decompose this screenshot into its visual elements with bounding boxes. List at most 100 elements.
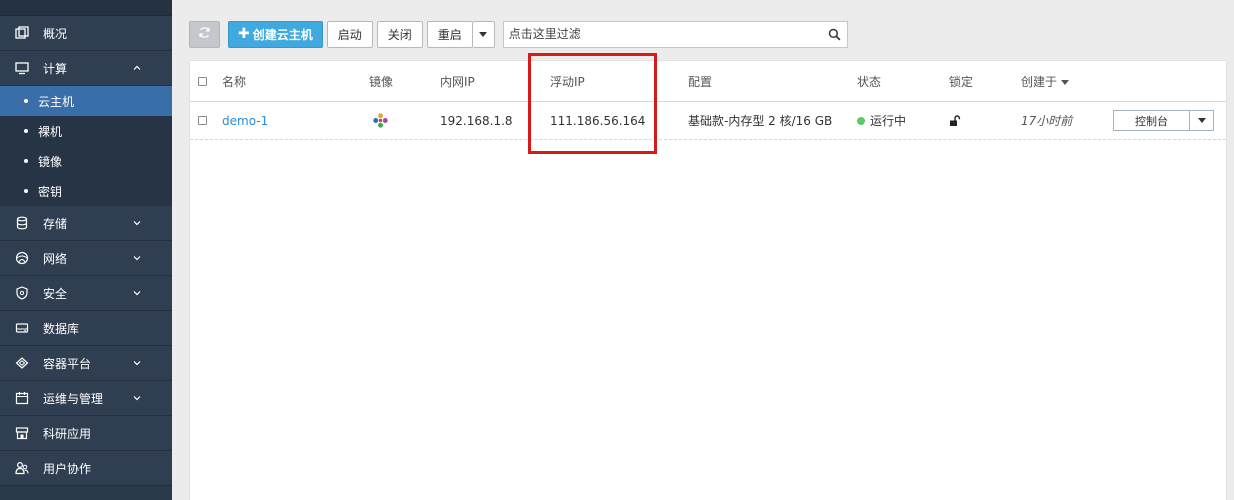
sidebar-item-label: 存储 <box>43 216 68 231</box>
console-button[interactable]: 控制台 <box>1113 110 1190 131</box>
stop-button[interactable]: 关闭 <box>376 20 423 48</box>
image-cell <box>372 102 389 139</box>
status-label: 运行中 <box>870 114 907 128</box>
sidebar-item-compute[interactable]: 计算 <box>0 51 172 86</box>
instances-table: 名称 镜像 内网IP 浮动IP 配置 状态 锁定 创建于 demo-1 192.… <box>189 60 1227 500</box>
chevron-down-icon <box>132 357 142 367</box>
sidebar-subitem-label: 密钥 <box>38 184 63 199</box>
sidebar-item-label: 安全 <box>43 286 68 301</box>
private-ip-cell: 192.168.1.8 <box>440 113 513 128</box>
chevron-down-icon <box>132 217 142 227</box>
restart-button-group: 重启 <box>426 20 495 48</box>
caret-down-icon <box>479 31 488 37</box>
sidebar-item-label: 运维与管理 <box>43 391 104 406</box>
os-logo-icon <box>373 113 388 128</box>
sidebar-subitem-label: 云主机 <box>38 94 75 109</box>
flavor-cell: 基础款-内存型 2 核/16 GB <box>688 114 833 128</box>
sidebar-item-label: 数据库 <box>43 321 80 336</box>
sidebar-item-research-apps[interactable]: 科研应用 <box>0 416 172 451</box>
column-header-created[interactable]: 创建于 <box>1021 61 1070 101</box>
instance-name-link[interactable]: demo-1 <box>222 102 268 139</box>
column-header-flavor[interactable]: 配置 <box>688 61 712 101</box>
refresh-button[interactable] <box>189 20 220 48</box>
lock-cell <box>949 102 961 139</box>
users-icon <box>14 460 30 476</box>
calendar-icon <box>14 390 30 406</box>
filter-input[interactable] <box>503 22 811 46</box>
select-all-checkbox-cell <box>198 61 207 101</box>
sidebar-subitem-label: 裸机 <box>38 124 63 139</box>
filter-box <box>502 20 848 48</box>
search-icon[interactable] <box>828 28 841 41</box>
sidebar-subitem-images[interactable]: 镜像 <box>0 146 172 176</box>
sidebar-item-label: 科研应用 <box>43 426 92 441</box>
start-button[interactable]: 启动 <box>326 20 373 48</box>
restart-button[interactable]: 重启 <box>426 20 473 48</box>
console-label: 控制台 <box>1135 114 1168 128</box>
sidebar-item-security[interactable]: 安全 <box>0 276 172 311</box>
create-instance-button[interactable]: ✚ 创建云主机 <box>228 20 323 48</box>
row-checkbox[interactable] <box>198 116 207 125</box>
network-icon <box>14 250 30 266</box>
toolbar: ✚ 创建云主机 启动 关闭 重启 <box>189 20 848 48</box>
restart-label: 重启 <box>437 27 462 42</box>
column-header-private-ip[interactable]: 内网IP <box>440 61 475 101</box>
caret-down-icon <box>1197 118 1206 123</box>
bullet-icon <box>24 159 28 163</box>
refresh-icon <box>198 26 211 42</box>
sidebar-item-storage[interactable]: 存储 <box>0 206 172 241</box>
sidebar-item-label: 计算 <box>43 61 68 76</box>
database-icon <box>14 215 30 231</box>
chevron-down-icon <box>132 252 142 262</box>
column-header-status[interactable]: 状态 <box>857 61 881 101</box>
overview-icon <box>14 25 30 41</box>
sidebar-subitem-cloud-host[interactable]: 云主机 <box>0 86 172 116</box>
column-header-image[interactable]: 镜像 <box>369 61 393 101</box>
sidebar-header <box>0 0 172 16</box>
main-content: ✚ 创建云主机 启动 关闭 重启 名称 镜像 内网 <box>172 0 1234 500</box>
chevron-up-icon <box>132 62 142 72</box>
db-server-icon <box>14 320 30 336</box>
console-button-group: 控制台 <box>1113 110 1214 131</box>
console-dropdown-toggle[interactable] <box>1190 110 1214 131</box>
bullet-icon <box>24 189 28 193</box>
bullet-icon <box>24 99 28 103</box>
column-header-floating-ip[interactable]: 浮动IP <box>550 61 585 101</box>
bullet-icon <box>24 129 28 133</box>
plus-icon: ✚ <box>238 26 250 42</box>
column-header-name[interactable]: 名称 <box>222 61 246 101</box>
stop-label: 关闭 <box>387 27 412 42</box>
sidebar-item-container-platform[interactable]: 容器平台 <box>0 346 172 381</box>
select-all-checkbox[interactable] <box>198 76 207 86</box>
store-icon <box>14 425 30 441</box>
unlock-icon[interactable] <box>949 114 961 127</box>
sidebar-subitem-label: 镜像 <box>38 154 63 169</box>
sidebar-item-ops-management[interactable]: 运维与管理 <box>0 381 172 416</box>
row-checkbox-cell <box>198 102 207 139</box>
sidebar-item-database[interactable]: 数据库 <box>0 311 172 346</box>
sidebar-item-user-collaboration[interactable]: 用户协作 <box>0 451 172 486</box>
monitor-icon <box>14 60 30 76</box>
created-cell: 17小时前 <box>1021 114 1073 128</box>
sort-desc-icon <box>1061 79 1070 85</box>
table-row[interactable]: demo-1 192.168.1.8 111.186.56.164 基础款-内存… <box>190 102 1226 140</box>
table-header: 名称 镜像 内网IP 浮动IP 配置 状态 锁定 创建于 <box>190 61 1226 102</box>
console-cell: 控制台 <box>1113 102 1214 139</box>
sidebar-item-label: 概况 <box>43 26 68 41</box>
chevron-down-icon <box>132 287 142 297</box>
restart-dropdown-toggle[interactable] <box>472 20 495 48</box>
column-header-lock[interactable]: 锁定 <box>949 61 973 101</box>
create-instance-label: 创建云主机 <box>252 27 313 42</box>
sidebar: 概况 计算 云主机 裸机 镜像 密钥 存储 网络 安全 数据库 容器平台 运维与… <box>0 0 172 500</box>
column-header-created-label: 创建于 <box>1021 74 1058 89</box>
status-running-dot <box>857 116 865 125</box>
sidebar-subitem-keys[interactable]: 密钥 <box>0 176 172 206</box>
sidebar-subitem-bare-metal[interactable]: 裸机 <box>0 116 172 146</box>
sidebar-item-network[interactable]: 网络 <box>0 241 172 276</box>
sidebar-item-label: 容器平台 <box>43 356 92 371</box>
shield-icon <box>14 285 30 301</box>
sidebar-item-overview[interactable]: 概况 <box>0 16 172 51</box>
sidebar-item-label: 网络 <box>43 251 68 266</box>
status-cell: 运行中 <box>857 102 906 139</box>
start-label: 启动 <box>337 27 362 42</box>
